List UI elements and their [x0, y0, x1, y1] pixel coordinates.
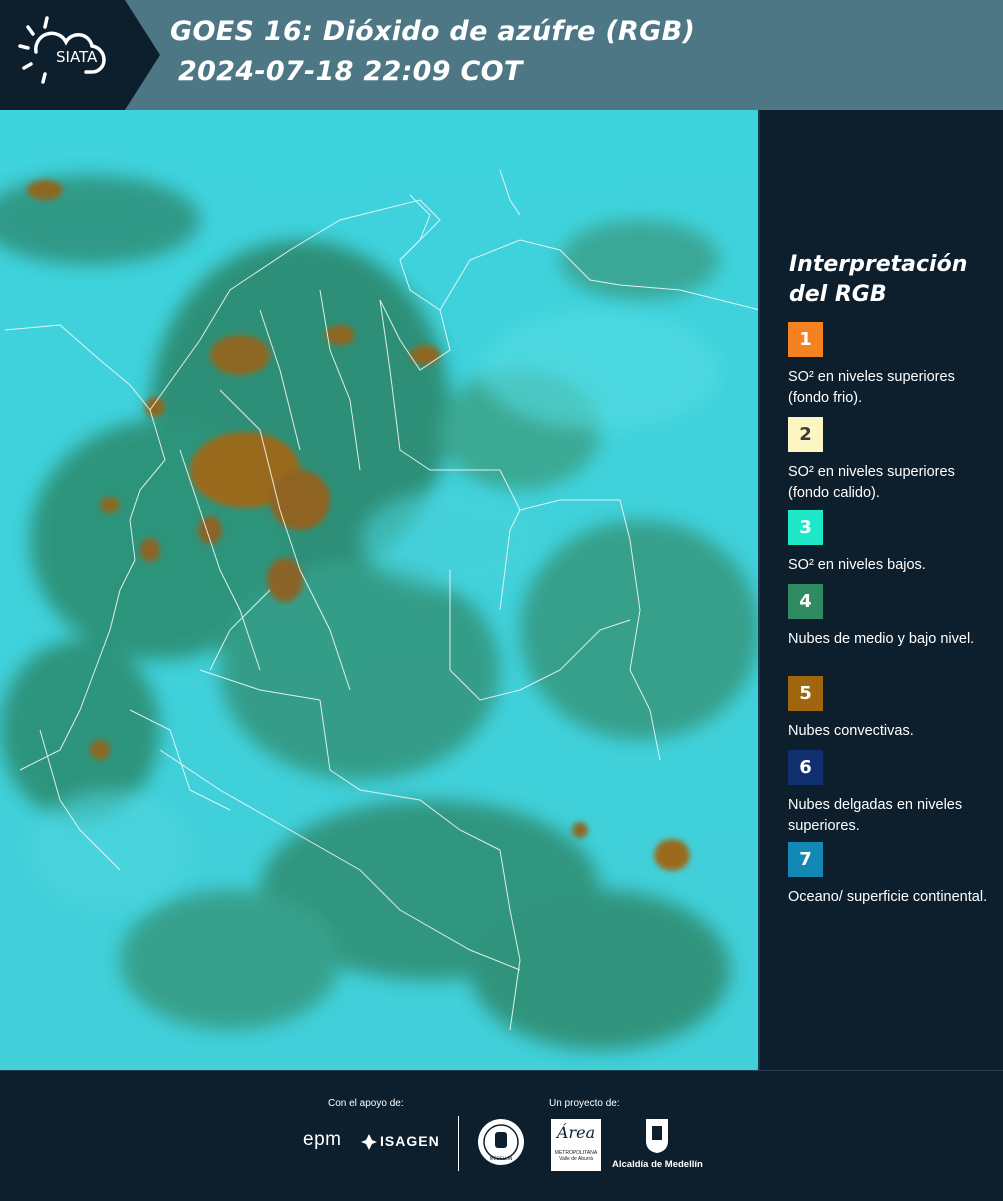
siata-logo: SIATA	[0, 0, 160, 110]
legend-title-line1: Interpretación	[789, 252, 968, 277]
legend-swatch-7: 7	[788, 842, 823, 877]
footer-divider	[458, 1116, 459, 1171]
legend-text-7: Oceano/ superficie continental.	[788, 889, 988, 905]
legend-swatch-2: 2	[788, 417, 823, 452]
legend-item-6: 6 Nubes delgadas en niveles superiores.	[788, 750, 993, 837]
area-sub2: Valle de Aburrá	[559, 1156, 593, 1162]
legend-item-1: 1 SO² en niveles superiores (fondo frio)…	[788, 322, 993, 409]
legend-text-5: Nubes convectivas.	[788, 723, 914, 739]
legend-text-1: SO² en niveles superiores (fondo frio).	[788, 369, 955, 406]
project-label: Un proyecto de:	[549, 1098, 620, 1109]
legend-item-2: 2 SO² en niveles superiores (fondo calid…	[788, 417, 993, 504]
header-bar: SIATA GOES 16: Dióxido de azúfre (RGB) 2…	[0, 0, 1003, 110]
epm-logo: epm	[303, 1129, 342, 1150]
page-title: GOES 16: Dióxido de azúfre (RGB)	[170, 16, 696, 47]
legend-item-5: 5 Nubes convectivas.	[788, 676, 993, 742]
legend-panel: Interpretación del RGB 1 SO² en niveles …	[760, 110, 1003, 1070]
legend-title: Interpretación del RGB	[789, 250, 999, 310]
area-name: Área	[556, 1123, 596, 1142]
legend-item-7: 7 Oceano/ superficie continental.	[788, 842, 993, 908]
support-label: Con el apoyo de:	[328, 1098, 404, 1109]
legend-swatch-4: 4	[788, 584, 823, 619]
svg-text:MEDELLÍN: MEDELLÍN	[490, 1155, 513, 1162]
legend-item-3: 3 SO² en niveles bajos.	[788, 510, 993, 576]
legend-title-line2: del RGB	[789, 282, 887, 307]
isagen-logo: ISAGEN	[380, 1133, 440, 1149]
legend-swatch-5: 5	[788, 676, 823, 711]
timestamp: 2024-07-18 22:09 COT	[178, 56, 523, 87]
legend-text-6: Nubes delgadas en niveles superiores.	[788, 797, 963, 834]
legend-text-2: SO² en niveles superiores (fondo calido)…	[788, 464, 955, 501]
legend-text-4: Nubes de medio y bajo nivel.	[788, 631, 975, 647]
legend-swatch-1: 1	[788, 322, 823, 357]
medellin-seal-icon: MEDELLÍN	[476, 1117, 526, 1167]
legend-swatch-6: 6	[788, 750, 823, 785]
legend-swatch-3: 3	[788, 510, 823, 545]
alcaldia-shield-icon	[644, 1117, 670, 1159]
alcaldia-label: Alcaldía de Medellín	[612, 1159, 703, 1170]
legend-item-4: 4 Nubes de medio y bajo nivel.	[788, 584, 993, 650]
isagen-icon	[360, 1133, 378, 1155]
area-metropolitana-logo: Área METROPOLITANA Valle de Aburrá	[551, 1119, 601, 1171]
logo-text: SIATA	[56, 48, 98, 66]
footer-bar: Con el apoyo de: Un proyecto de: epm ISA…	[0, 1070, 1003, 1201]
satellite-map	[0, 110, 760, 1070]
legend-text-3: SO² en niveles bajos.	[788, 557, 926, 573]
